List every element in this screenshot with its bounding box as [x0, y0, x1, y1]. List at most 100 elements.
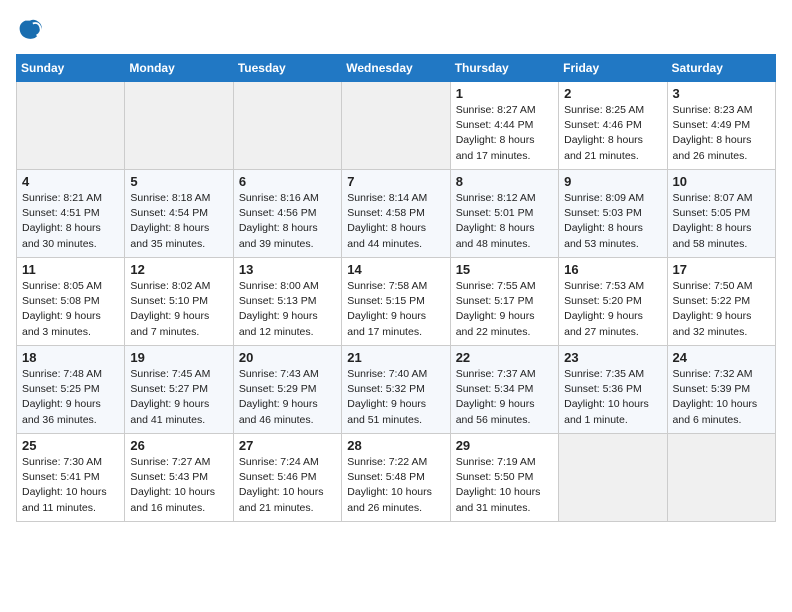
day-cell: 21 Sunrise: 7:40 AM Sunset: 5:32 PM Dayli…: [342, 346, 450, 434]
col-header-friday: Friday: [559, 55, 667, 82]
day-number: 26: [130, 438, 227, 453]
day-cell: 12Sunrise: 8:02 AM Sunset: 5:10 PM Dayli…: [125, 258, 233, 346]
day-number: 6: [239, 174, 336, 189]
week-row-1: 1 Sunrise: 8:27 AM Sunset: 4:44 PM Daylig…: [17, 82, 776, 170]
day-info: Sunrise: 7:37 AM Sunset: 5:34 PM Dayligh…: [456, 367, 553, 428]
day-cell: [667, 434, 775, 522]
logo: [16, 16, 50, 44]
day-number: 9: [564, 174, 661, 189]
calendar-table: SundayMondayTuesdayWednesdayThursdayFrid…: [16, 54, 776, 522]
day-number: 12: [130, 262, 227, 277]
day-number: 13: [239, 262, 336, 277]
col-header-wednesday: Wednesday: [342, 55, 450, 82]
day-info: Sunrise: 7:19 AM Sunset: 5:50 PM Dayligh…: [456, 455, 553, 516]
col-header-tuesday: Tuesday: [233, 55, 341, 82]
day-info: Sunrise: 7:53 AM Sunset: 5:20 PM Dayligh…: [564, 279, 661, 340]
day-number: 15: [456, 262, 553, 277]
day-cell: 19 Sunrise: 7:45 AM Sunset: 5:27 PM Dayli…: [125, 346, 233, 434]
day-info: Sunrise: 8:07 AM Sunset: 5:05 PM Dayligh…: [673, 191, 770, 252]
day-cell: 28 Sunrise: 7:22 AM Sunset: 5:48 PM Dayli…: [342, 434, 450, 522]
day-cell: 7 Sunrise: 8:14 AM Sunset: 4:58 PM Daylig…: [342, 170, 450, 258]
col-header-monday: Monday: [125, 55, 233, 82]
day-info: Sunrise: 8:12 AM Sunset: 5:01 PM Dayligh…: [456, 191, 553, 252]
day-cell: [17, 82, 125, 170]
day-info: Sunrise: 8:09 AM Sunset: 5:03 PM Dayligh…: [564, 191, 661, 252]
day-cell: 27 Sunrise: 7:24 AM Sunset: 5:46 PM Dayli…: [233, 434, 341, 522]
day-info: Sunrise: 8:21 AM Sunset: 4:51 PM Dayligh…: [22, 191, 119, 252]
day-number: 5: [130, 174, 227, 189]
day-cell: 24Sunrise: 7:32 AM Sunset: 5:39 PM Dayli…: [667, 346, 775, 434]
day-info: Sunrise: 7:24 AM Sunset: 5:46 PM Dayligh…: [239, 455, 336, 516]
day-number: 16: [564, 262, 661, 277]
day-cell: 8 Sunrise: 8:12 AM Sunset: 5:01 PM Daylig…: [450, 170, 558, 258]
day-cell: 15 Sunrise: 7:55 AM Sunset: 5:17 PM Dayli…: [450, 258, 558, 346]
day-number: 4: [22, 174, 119, 189]
week-row-3: 11 Sunrise: 8:05 AM Sunset: 5:08 PM Dayli…: [17, 258, 776, 346]
day-number: 3: [673, 86, 770, 101]
day-cell: 14 Sunrise: 7:58 AM Sunset: 5:15 PM Dayli…: [342, 258, 450, 346]
day-number: 29: [456, 438, 553, 453]
day-info: Sunrise: 7:45 AM Sunset: 5:27 PM Dayligh…: [130, 367, 227, 428]
day-cell: 4 Sunrise: 8:21 AM Sunset: 4:51 PM Daylig…: [17, 170, 125, 258]
day-info: Sunrise: 7:35 AM Sunset: 5:36 PM Dayligh…: [564, 367, 661, 428]
day-number: 20: [239, 350, 336, 365]
day-info: Sunrise: 7:55 AM Sunset: 5:17 PM Dayligh…: [456, 279, 553, 340]
day-info: Sunrise: 7:22 AM Sunset: 5:48 PM Dayligh…: [347, 455, 444, 516]
day-cell: 22Sunrise: 7:37 AM Sunset: 5:34 PM Dayli…: [450, 346, 558, 434]
day-cell: 26 Sunrise: 7:27 AM Sunset: 5:43 PM Dayli…: [125, 434, 233, 522]
day-number: 7: [347, 174, 444, 189]
day-number: 14: [347, 262, 444, 277]
day-info: Sunrise: 8:27 AM Sunset: 4:44 PM Dayligh…: [456, 103, 553, 164]
day-cell: 1 Sunrise: 8:27 AM Sunset: 4:44 PM Daylig…: [450, 82, 558, 170]
logo-icon: [16, 16, 44, 44]
day-cell: [125, 82, 233, 170]
day-info: Sunrise: 8:14 AM Sunset: 4:58 PM Dayligh…: [347, 191, 444, 252]
day-cell: [559, 434, 667, 522]
day-info: Sunrise: 8:23 AM Sunset: 4:49 PM Dayligh…: [673, 103, 770, 164]
day-number: 28: [347, 438, 444, 453]
day-number: 21: [347, 350, 444, 365]
day-info: Sunrise: 7:50 AM Sunset: 5:22 PM Dayligh…: [673, 279, 770, 340]
day-cell: 6 Sunrise: 8:16 AM Sunset: 4:56 PM Daylig…: [233, 170, 341, 258]
day-cell: 20Sunrise: 7:43 AM Sunset: 5:29 PM Dayli…: [233, 346, 341, 434]
week-row-5: 25Sunrise: 7:30 AM Sunset: 5:41 PM Dayli…: [17, 434, 776, 522]
day-info: Sunrise: 7:58 AM Sunset: 5:15 PM Dayligh…: [347, 279, 444, 340]
day-cell: 25Sunrise: 7:30 AM Sunset: 5:41 PM Dayli…: [17, 434, 125, 522]
day-info: Sunrise: 8:16 AM Sunset: 4:56 PM Dayligh…: [239, 191, 336, 252]
day-info: Sunrise: 7:27 AM Sunset: 5:43 PM Dayligh…: [130, 455, 227, 516]
day-number: 17: [673, 262, 770, 277]
day-number: 11: [22, 262, 119, 277]
day-info: Sunrise: 7:40 AM Sunset: 5:32 PM Dayligh…: [347, 367, 444, 428]
day-number: 10: [673, 174, 770, 189]
day-cell: [342, 82, 450, 170]
col-header-sunday: Sunday: [17, 55, 125, 82]
day-cell: [233, 82, 341, 170]
day-cell: 3 Sunrise: 8:23 AM Sunset: 4:49 PM Daylig…: [667, 82, 775, 170]
week-row-4: 18 Sunrise: 7:48 AM Sunset: 5:25 PM Dayli…: [17, 346, 776, 434]
day-number: 27: [239, 438, 336, 453]
day-info: Sunrise: 8:25 AM Sunset: 4:46 PM Dayligh…: [564, 103, 661, 164]
day-cell: 29 Sunrise: 7:19 AM Sunset: 5:50 PM Dayli…: [450, 434, 558, 522]
day-cell: 17 Sunrise: 7:50 AM Sunset: 5:22 PM Dayli…: [667, 258, 775, 346]
day-cell: 2 Sunrise: 8:25 AM Sunset: 4:46 PM Daylig…: [559, 82, 667, 170]
day-number: 2: [564, 86, 661, 101]
day-number: 1: [456, 86, 553, 101]
day-cell: 23Sunrise: 7:35 AM Sunset: 5:36 PM Dayli…: [559, 346, 667, 434]
week-row-2: 4 Sunrise: 8:21 AM Sunset: 4:51 PM Daylig…: [17, 170, 776, 258]
page-header: [16, 16, 776, 44]
day-cell: 10 Sunrise: 8:07 AM Sunset: 5:05 PM Dayli…: [667, 170, 775, 258]
day-cell: 13Sunrise: 8:00 AM Sunset: 5:13 PM Dayli…: [233, 258, 341, 346]
day-cell: 18 Sunrise: 7:48 AM Sunset: 5:25 PM Dayli…: [17, 346, 125, 434]
day-cell: 9 Sunrise: 8:09 AM Sunset: 5:03 PM Daylig…: [559, 170, 667, 258]
day-number: 19: [130, 350, 227, 365]
day-cell: 16 Sunrise: 7:53 AM Sunset: 5:20 PM Dayli…: [559, 258, 667, 346]
day-info: Sunrise: 8:18 AM Sunset: 4:54 PM Dayligh…: [130, 191, 227, 252]
day-cell: 11 Sunrise: 8:05 AM Sunset: 5:08 PM Dayli…: [17, 258, 125, 346]
day-info: Sunrise: 7:48 AM Sunset: 5:25 PM Dayligh…: [22, 367, 119, 428]
day-info: Sunrise: 8:05 AM Sunset: 5:08 PM Dayligh…: [22, 279, 119, 340]
day-info: Sunrise: 7:32 AM Sunset: 5:39 PM Dayligh…: [673, 367, 770, 428]
day-number: 18: [22, 350, 119, 365]
day-number: 8: [456, 174, 553, 189]
col-header-saturday: Saturday: [667, 55, 775, 82]
day-cell: 5 Sunrise: 8:18 AM Sunset: 4:54 PM Daylig…: [125, 170, 233, 258]
